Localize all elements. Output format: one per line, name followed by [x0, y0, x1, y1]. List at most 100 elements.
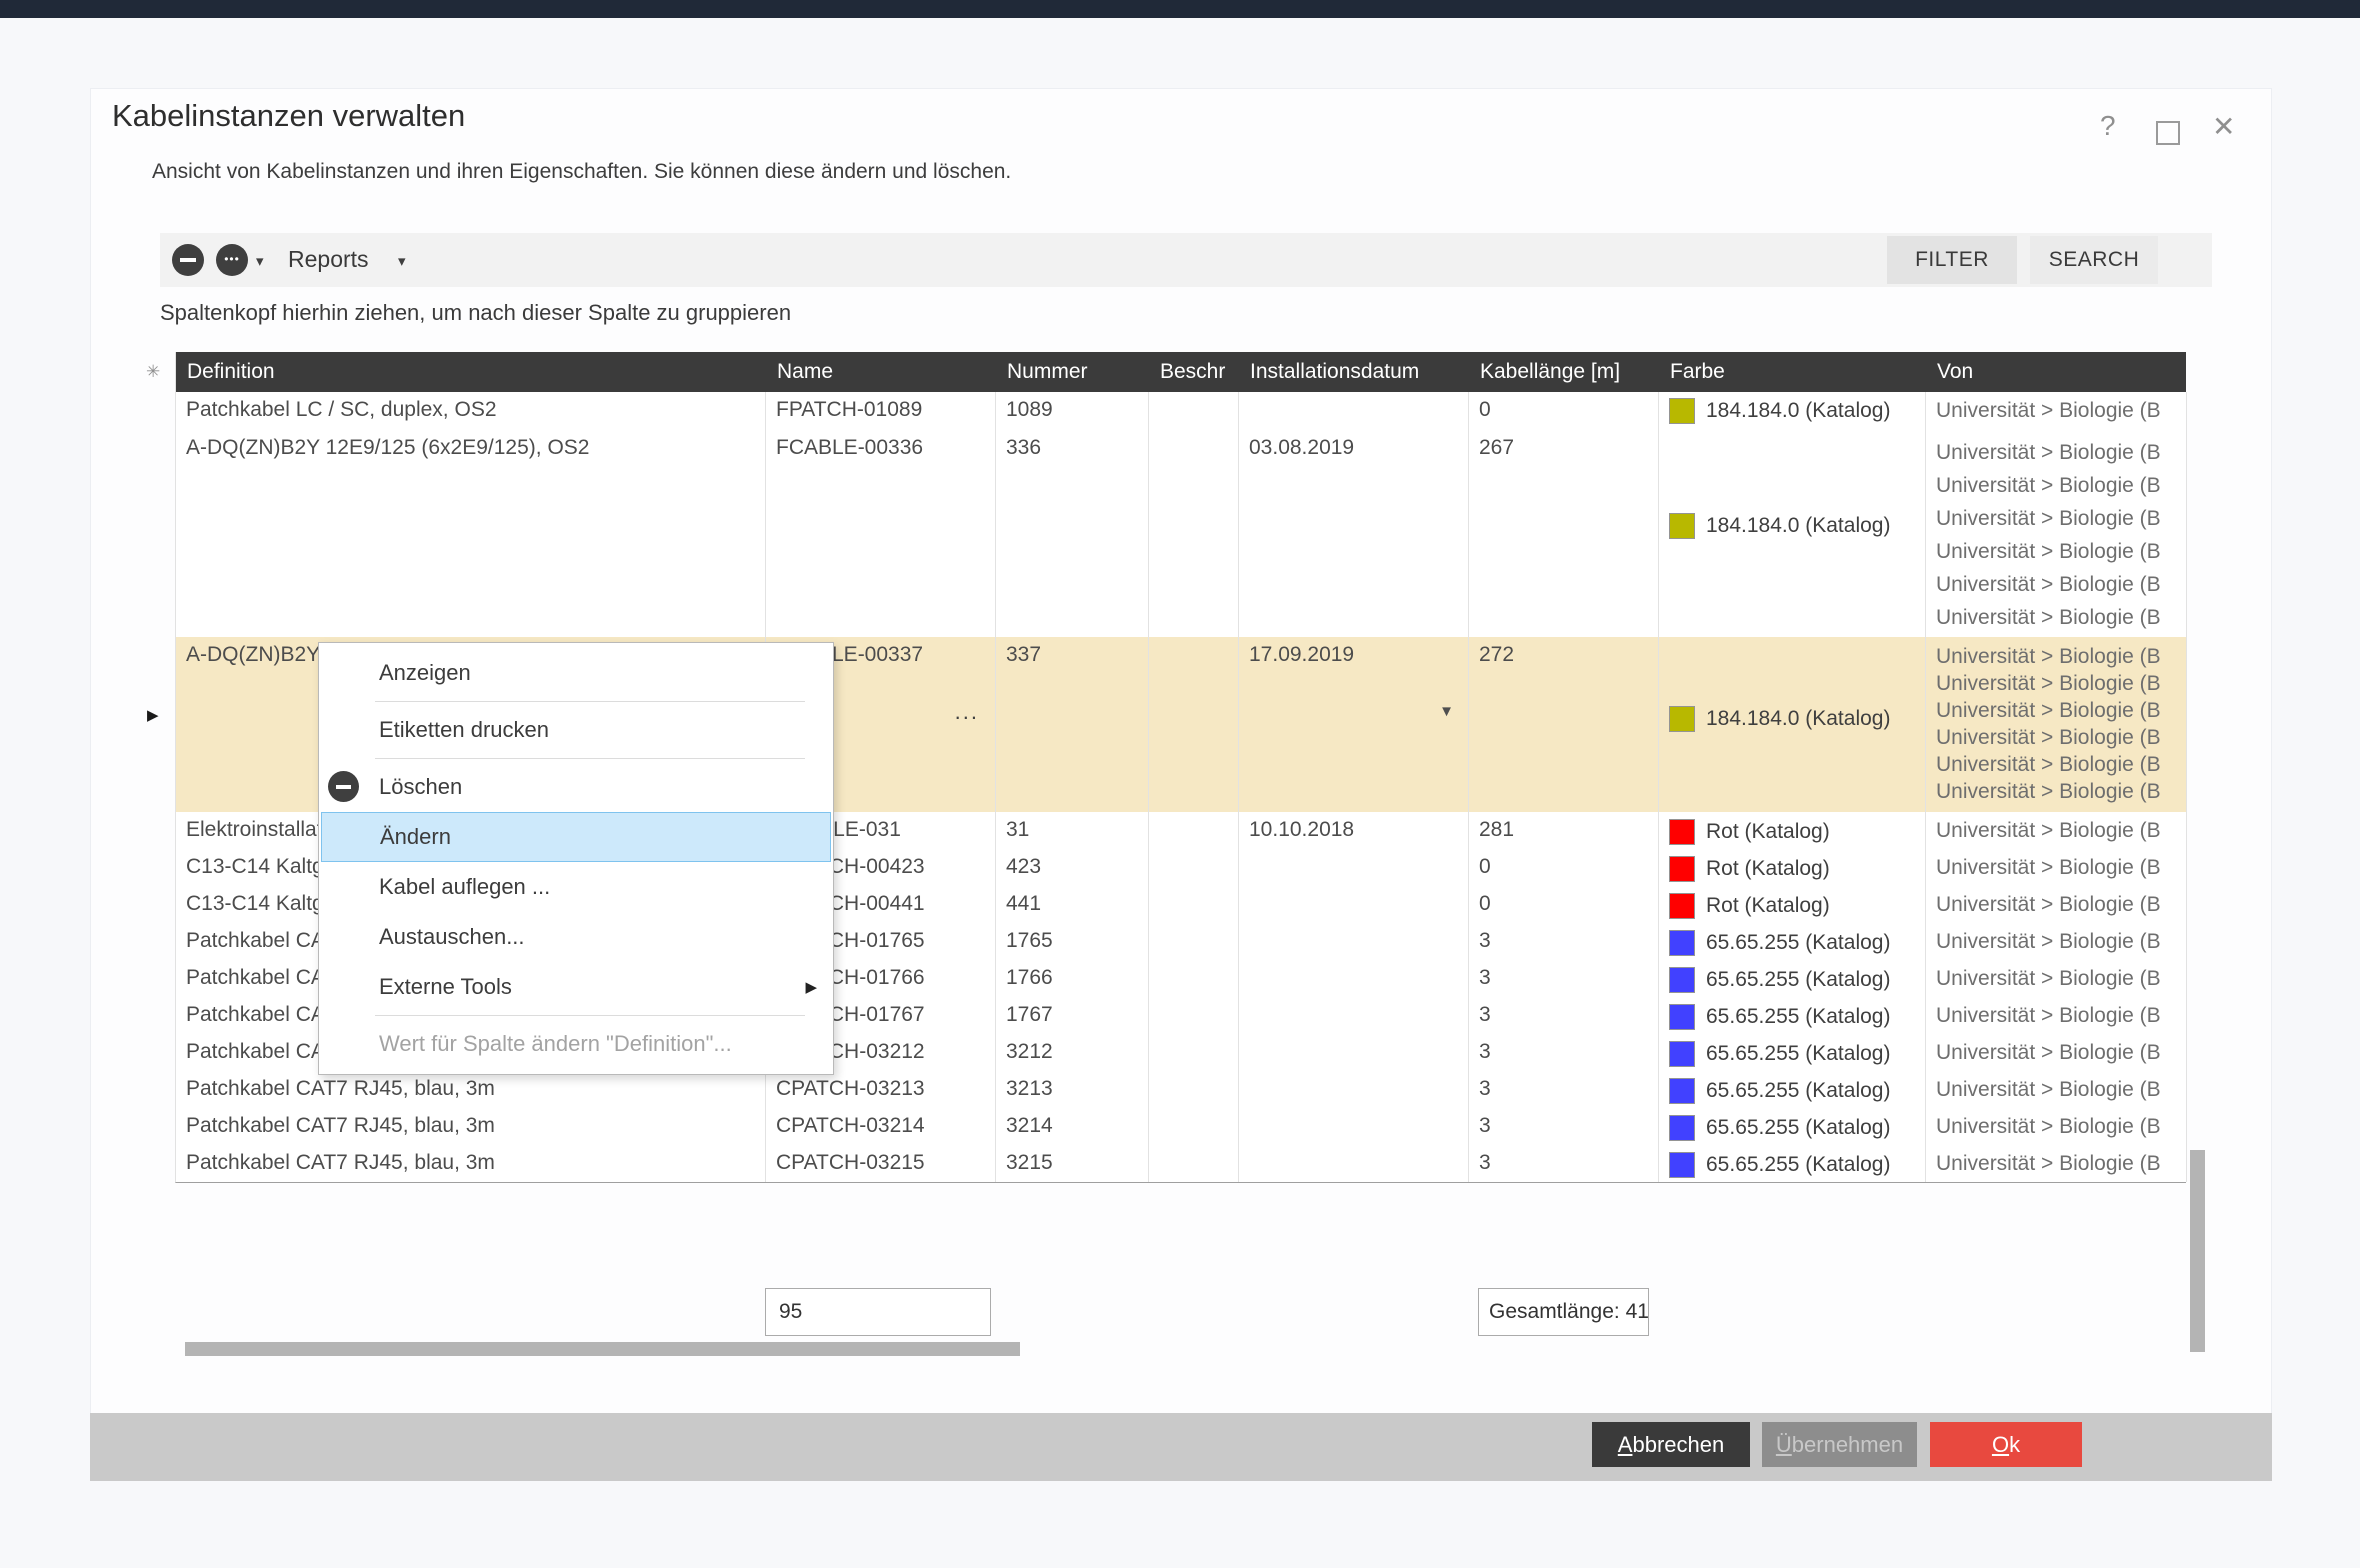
column-header-farbe[interactable]: Farbe: [1659, 352, 1926, 392]
color-label: 184.184.0 (Katalog): [1706, 707, 1890, 731]
cell-von: Universität > Biologie (B: [1926, 997, 2187, 1034]
menu-item-label: Kabel auflegen ...: [379, 874, 550, 900]
cell-text: 0: [1479, 892, 1491, 915]
menu-item-anzeigen[interactable]: Anzeigen: [319, 648, 833, 698]
table-row[interactable]: Patchkabel CAT7 RJ45, blau, 3mCPATCH-032…: [176, 1071, 2186, 1108]
cell-farbe: Rot (Katalog): [1659, 849, 1926, 886]
cell-beschr: [1149, 637, 1239, 812]
help-icon[interactable]: ?: [2100, 110, 2116, 142]
cell-name: FPATCH-01089: [766, 392, 996, 430]
cell-text: 31: [1006, 818, 1029, 841]
search-button[interactable]: SEARCH: [2030, 236, 2158, 284]
cell-farbe: 184.184.0 (Katalog): [1659, 392, 1926, 430]
cell-farbe: Rot (Katalog): [1659, 812, 1926, 849]
cell-text: 3: [1479, 929, 1491, 952]
cell-text: 267: [1479, 436, 1514, 459]
cancel-button[interactable]: Abbrechen: [1592, 1422, 1750, 1467]
von-path-text: Universität > Biologie (B: [1936, 601, 2186, 634]
von-path-text: Universität > Biologie (B: [1936, 697, 2186, 724]
cell-beschr: [1149, 392, 1239, 430]
cell-text: 1766: [1006, 966, 1053, 989]
cell-text: FPATCH-01089: [776, 398, 922, 421]
menu-item-löschen[interactable]: Löschen: [319, 762, 833, 812]
menu-item-label: Austauschen...: [379, 924, 525, 950]
cell-beschr: [1149, 812, 1239, 849]
column-header-definition[interactable]: Definition: [176, 352, 766, 392]
remove-button[interactable]: [172, 244, 204, 276]
cell-text: 1767: [1006, 1003, 1053, 1026]
cell-datum: [1239, 923, 1469, 960]
page-subtitle: Ansicht von Kabelinstanzen und ihren Eig…: [152, 160, 1011, 184]
column-header-kabellänge-m-[interactable]: Kabellänge [m]: [1469, 352, 1659, 392]
table-row[interactable]: A-DQ(ZN)B2Y 12E9/125 (6x2E9/125), OS2FCA…: [176, 430, 2186, 637]
color-swatch: [1669, 893, 1695, 919]
column-header-installationsdatum[interactable]: Installationsdatum: [1239, 352, 1469, 392]
color-label: Rot (Katalog): [1706, 894, 1830, 918]
cell-text: 1765: [1006, 929, 1053, 952]
cell-text: 0: [1479, 398, 1491, 421]
color-swatch: [1669, 856, 1695, 882]
menu-item-ändern[interactable]: Ändern: [321, 812, 831, 862]
von-path-text: Universität > Biologie (B: [1936, 535, 2186, 568]
maximize-icon[interactable]: [2156, 121, 2180, 145]
table-row[interactable]: Patchkabel CAT7 RJ45, blau, 3mCPATCH-032…: [176, 1145, 2186, 1182]
cell-nummer: 3213: [996, 1071, 1149, 1108]
cell-von: Universität > Biologie (BUniversität > B…: [1926, 637, 2187, 812]
cell-text: 281: [1479, 818, 1514, 841]
table-row[interactable]: Patchkabel LC / SC, duplex, OS2FPATCH-01…: [176, 392, 2186, 430]
chevron-down-icon[interactable]: ▾: [256, 252, 264, 270]
ellipsis-editor-button[interactable]: ...: [955, 699, 979, 725]
cell-nummer: 337: [996, 637, 1149, 812]
filter-button[interactable]: FILTER: [1887, 236, 2017, 284]
date-dropdown-icon[interactable]: ▼: [1439, 703, 1454, 720]
more-actions-button[interactable]: •••: [216, 244, 248, 276]
cell-nummer: 423: [996, 849, 1149, 886]
close-icon[interactable]: ✕: [2212, 110, 2235, 143]
von-path-text: Universität > Biologie (B: [1936, 818, 2186, 844]
cell-text: 423: [1006, 855, 1041, 878]
menu-item-label: Etiketten drucken: [379, 717, 549, 743]
grid-settings-icon[interactable]: ✳: [146, 362, 160, 382]
cell-text: 3: [1479, 1151, 1491, 1174]
cell-farbe: Rot (Katalog): [1659, 886, 1926, 923]
reports-menu[interactable]: Reports: [288, 246, 369, 273]
cell-beschr: [1149, 960, 1239, 997]
cell-text: 3214: [1006, 1114, 1053, 1137]
color-label: 65.65.255 (Katalog): [1706, 1153, 1890, 1177]
ok-button[interactable]: Ok: [1930, 1422, 2082, 1467]
menu-item-wert-für-spalte-ändern-definition: Wert für Spalte ändern "Definition"...: [319, 1019, 833, 1069]
column-header-von[interactable]: Von: [1926, 352, 2187, 392]
column-header-nummer[interactable]: Nummer: [996, 352, 1149, 392]
von-path-text: Universität > Biologie (B: [1936, 929, 2186, 955]
menu-item-externe-tools[interactable]: Externe Tools▶: [319, 962, 833, 1012]
vertical-scrollbar-thumb[interactable]: [2190, 1150, 2205, 1352]
cell-farbe: 65.65.255 (Katalog): [1659, 960, 1926, 997]
submenu-arrow-icon: ▶: [805, 978, 817, 996]
menu-separator: [375, 1015, 805, 1016]
table-row[interactable]: Patchkabel CAT7 RJ45, blau, 3mCPATCH-032…: [176, 1108, 2186, 1145]
von-path-text: Universität > Biologie (B: [1936, 855, 2186, 881]
cell-von: Universität > Biologie (B: [1926, 1108, 2187, 1145]
cell-laenge: 3: [1469, 1034, 1659, 1071]
cell-text: 336: [1006, 436, 1041, 459]
grid-gutter: ✳ ▶: [143, 352, 175, 1182]
reports-chevron-down-icon[interactable]: ▾: [398, 252, 406, 270]
von-path-text: Universität > Biologie (B: [1936, 568, 2186, 601]
horizontal-scrollbar-thumb[interactable]: [185, 1342, 1020, 1356]
column-header-name[interactable]: Name: [766, 352, 996, 392]
menu-item-etiketten-drucken[interactable]: Etiketten drucken: [319, 705, 833, 755]
menu-separator: [375, 701, 805, 702]
menu-item-austauschen[interactable]: Austauschen...: [319, 912, 833, 962]
menu-separator: [375, 758, 805, 759]
color-label: Rot (Katalog): [1706, 857, 1830, 881]
cell-datum: 17.09.2019▼: [1239, 637, 1469, 812]
color-swatch: [1669, 819, 1695, 845]
menu-item-kabel-auflegen[interactable]: Kabel auflegen ...: [319, 862, 833, 912]
cell-text: 10.10.2018: [1249, 818, 1354, 841]
column-header-beschr[interactable]: Beschr: [1149, 352, 1239, 392]
total-length-summary: Gesamtlänge: 41: [1478, 1288, 1649, 1336]
cell-text: 441: [1006, 892, 1041, 915]
cell-laenge: 3: [1469, 960, 1659, 997]
cell-nummer: 1765: [996, 923, 1149, 960]
cell-farbe: 65.65.255 (Katalog): [1659, 1108, 1926, 1145]
